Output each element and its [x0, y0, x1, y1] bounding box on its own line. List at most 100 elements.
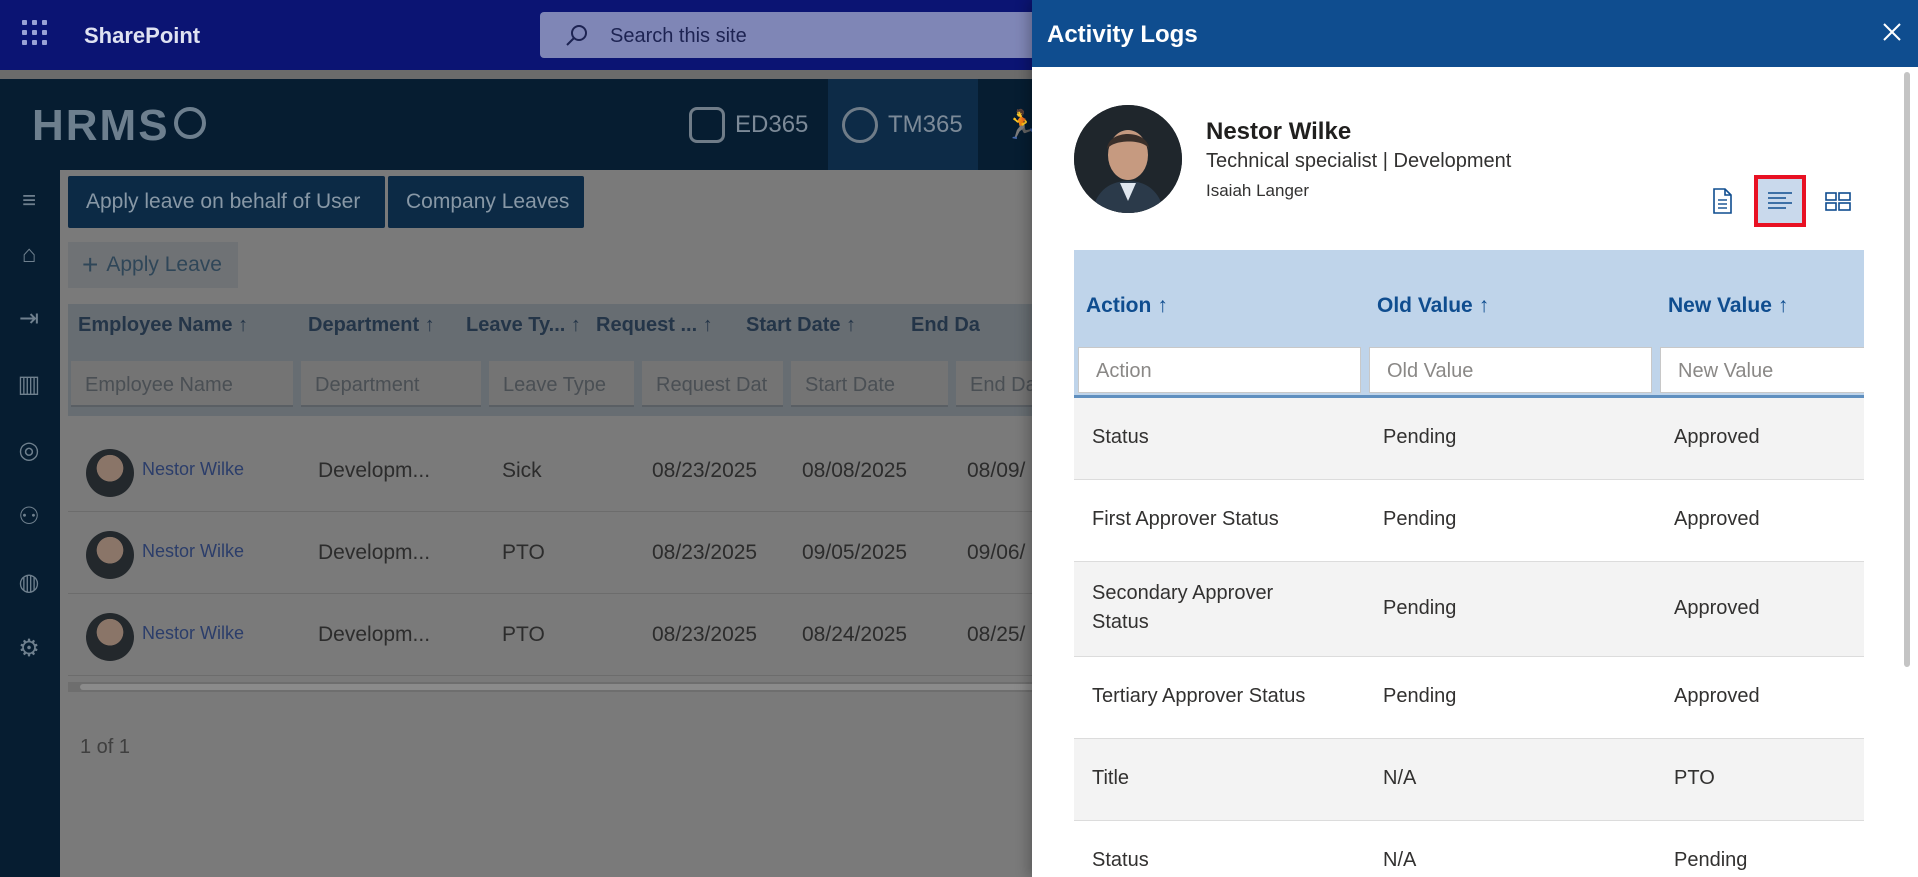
text-align-left-icon: [1768, 192, 1792, 209]
profile-job-title: Technical specialist | Development: [1206, 150, 1512, 172]
globe-icon[interactable]: ◎: [16, 438, 42, 464]
table-row: First Approver Status Pending Approved: [1074, 480, 1864, 562]
sharepoint-title[interactable]: SharePoint: [84, 23, 200, 49]
action-cell: First Approver Status: [1092, 508, 1279, 530]
ed365-icon: [689, 106, 725, 143]
start-date-cell: 08/24/2025: [802, 623, 908, 646]
filter-new-value-input[interactable]: New Value: [1660, 347, 1864, 393]
column-header-employee-name[interactable]: Employee Name ↑: [78, 314, 248, 337]
table-row: Status N/A Pending: [1074, 821, 1864, 877]
apply-leave-behalf-button[interactable]: Apply leave on behalf of User: [68, 176, 385, 228]
tm365-icon: [842, 106, 878, 143]
column-header-old-value[interactable]: Old Value ↑: [1377, 294, 1489, 318]
leave-type-cell: PTO: [502, 623, 545, 646]
filter-start-date[interactable]: Start Date: [791, 361, 948, 407]
request-date-cell: 08/23/2025: [652, 459, 758, 482]
site-search-box[interactable]: Search this site: [540, 12, 1080, 58]
filter-leave-type[interactable]: Leave Type: [489, 361, 634, 407]
action-cell: Secondary Approver Status: [1092, 582, 1274, 633]
table-row: Status Pending Approved: [1074, 398, 1864, 480]
department-cell: Developm...: [318, 541, 431, 564]
sort-arrow-icon: ↑: [1157, 294, 1168, 317]
new-value-cell: Pending: [1674, 849, 1748, 871]
old-value-cell: Pending: [1383, 597, 1457, 619]
table-row[interactable]: Nestor Wilke Developm... Sick 08/23/2025…: [68, 431, 1088, 512]
employee-name-link[interactable]: Nestor Wilke: [142, 623, 244, 644]
hrms-logo-icon: [174, 107, 206, 139]
app-tab-label: ED365: [735, 110, 809, 138]
palette-icon[interactable]: ◍: [16, 570, 42, 596]
grid-horizontal-scrollbar[interactable]: [68, 682, 1088, 692]
user-settings-icon[interactable]: ⚇: [16, 504, 42, 530]
sort-arrow-icon: ↑: [1478, 294, 1490, 317]
scrollbar-thumb[interactable]: [80, 684, 1080, 690]
new-value-cell: Approved: [1674, 508, 1760, 530]
activity-log-table: Action ↑ Old Value ↑ New Value ↑ Action Old…: [1074, 250, 1864, 877]
filter-action-input[interactable]: Action: [1078, 347, 1361, 393]
new-value-cell: Approved: [1674, 597, 1760, 619]
gear-icon[interactable]: ⚙: [16, 636, 42, 662]
scrollbar-thumb[interactable]: [1904, 72, 1910, 667]
avatar: [86, 531, 134, 579]
apply-leave-label: Apply Leave: [106, 253, 222, 276]
table-header: Action ↑ Old Value ↑ New Value ↑ Action Old…: [1074, 250, 1864, 398]
end-date-cell: 09/06/: [967, 541, 1026, 564]
filter-department[interactable]: Department: [301, 361, 481, 407]
old-value-cell: Pending: [1383, 685, 1457, 707]
company-leaves-button[interactable]: Company Leaves: [388, 176, 584, 228]
filter-employee-name[interactable]: Employee Name: [71, 361, 293, 407]
employee-name-link[interactable]: Nestor Wilke: [142, 459, 244, 480]
app-tab-ed365[interactable]: ED365: [675, 79, 822, 170]
profile-manager: Isaiah Langer: [1206, 181, 1310, 200]
employee-name-link[interactable]: Nestor Wilke: [142, 541, 244, 562]
request-date-cell: 08/23/2025: [652, 623, 758, 646]
filter-request-date[interactable]: Request Dat: [642, 361, 783, 407]
column-header-action[interactable]: Action ↑: [1086, 294, 1168, 318]
home-icon[interactable]: ⌂: [16, 242, 42, 268]
pagination-label: 1 of 1: [80, 736, 131, 758]
action-cell: Tertiary Approver Status: [1092, 685, 1306, 707]
hrms-logo: HRMS: [32, 101, 170, 150]
action-cell: Status: [1092, 849, 1149, 871]
app-launcher-icon[interactable]: [22, 20, 48, 46]
close-icon[interactable]: [1880, 20, 1904, 44]
plus-icon: +: [82, 249, 99, 280]
sign-out-icon[interactable]: ⇥: [16, 306, 42, 332]
new-value-cell: Approved: [1674, 426, 1760, 448]
panel-title: Activity Logs: [1047, 21, 1198, 48]
column-header-department[interactable]: Department ↑: [308, 314, 435, 337]
grid-view-button[interactable]: [1812, 175, 1864, 227]
column-header-start-date[interactable]: Start Date ↑: [746, 314, 856, 337]
table-row: Tertiary Approver Status Pending Approve…: [1074, 657, 1864, 739]
start-date-cell: 09/05/2025: [802, 541, 908, 564]
column-header-end-date[interactable]: End Da: [911, 314, 980, 337]
panel-vertical-scrollbar[interactable]: [1902, 70, 1912, 877]
app-tab-label: TM365: [888, 110, 963, 138]
grid-layout-icon: [1825, 192, 1851, 211]
chart-icon[interactable]: ▥: [16, 372, 42, 398]
column-header-leave-type[interactable]: Leave Ty... ↑: [466, 314, 581, 337]
table-row[interactable]: Nestor Wilke Developm... PTO 08/23/2025 …: [68, 595, 1088, 676]
department-cell: Developm...: [318, 459, 431, 482]
list-view-button[interactable]: [1754, 175, 1806, 227]
table-row[interactable]: Nestor Wilke Developm... PTO 08/23/2025 …: [68, 513, 1088, 594]
new-value-cell: PTO: [1674, 767, 1715, 789]
search-icon: [566, 25, 587, 46]
start-date-cell: 08/08/2025: [802, 459, 908, 482]
profile-name: Nestor Wilke: [1206, 118, 1352, 145]
hamburger-menu-icon[interactable]: ≡: [16, 188, 42, 214]
action-cell: Status: [1092, 426, 1149, 448]
avatar: [86, 613, 134, 661]
search-placeholder: Search this site: [610, 25, 747, 47]
document-view-button[interactable]: [1696, 175, 1748, 227]
column-header-new-value[interactable]: New Value ↑: [1668, 294, 1788, 318]
old-value-cell: Pending: [1383, 426, 1457, 448]
apply-leave-button[interactable]: + Apply Leave: [68, 242, 238, 288]
document-icon: [1713, 188, 1732, 214]
end-date-cell: 08/25/: [967, 623, 1026, 646]
side-navigation: ≡ ⌂ ⇥ ▥ ◎ ⚇ ◍ ⚙: [0, 170, 60, 877]
action-cell: Title: [1092, 767, 1130, 789]
column-header-request-date[interactable]: Request ... ↑: [596, 314, 713, 337]
filter-old-value-input[interactable]: Old Value: [1369, 347, 1652, 393]
app-tab-tm365[interactable]: TM365: [828, 79, 978, 170]
